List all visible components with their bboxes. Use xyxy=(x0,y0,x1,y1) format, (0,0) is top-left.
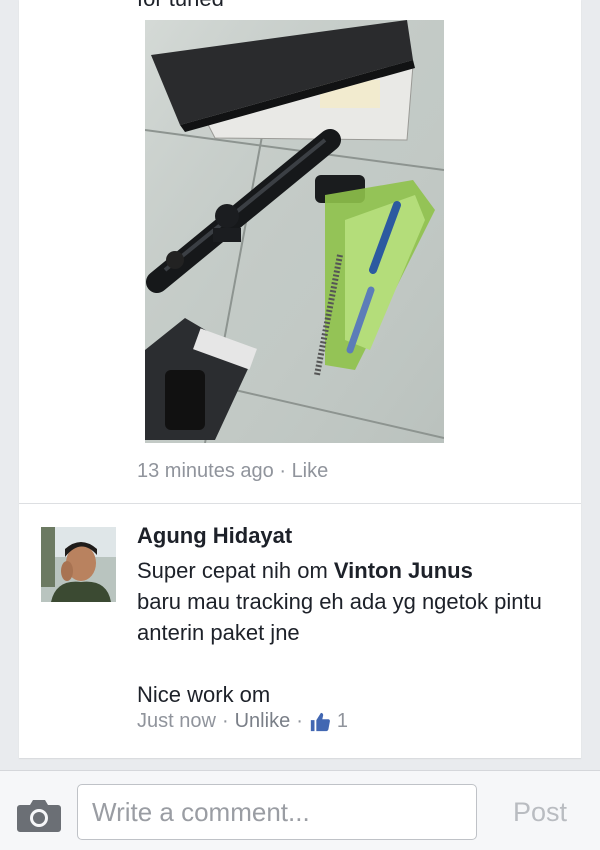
comment-line-1: Super cepat nih om Vinton Junus xyxy=(137,555,557,586)
meta-separator: · xyxy=(279,460,286,482)
avatar[interactable] xyxy=(41,527,116,602)
post-meta: 13 minutes ago · Like xyxy=(137,460,328,483)
like-count: 1 xyxy=(336,710,348,732)
meta-separator: · xyxy=(296,710,303,732)
comment-timestamp: Just now xyxy=(137,710,216,732)
comment-text-part: Super cepat nih om xyxy=(137,558,334,583)
divider xyxy=(19,503,581,504)
post-photo[interactable] xyxy=(145,20,444,443)
meta-separator: · xyxy=(221,710,229,732)
post-card: for tuned xyxy=(19,0,581,758)
comment-input[interactable] xyxy=(77,784,477,840)
post-text: for tuned xyxy=(137,0,224,12)
thumbs-up-icon xyxy=(310,712,330,731)
post-button[interactable]: Post xyxy=(496,792,584,832)
comment-text-second-paragraph: Nice work om xyxy=(137,682,271,707)
comment-body: Super cepat nih om Vinton Junus baru mau… xyxy=(137,555,557,710)
mention-link[interactable]: Vinton Junus xyxy=(334,558,473,583)
comment-author[interactable]: Agung Hidayat xyxy=(137,523,292,549)
comment-text-continued: baru mau tracking eh ada yg ngetok pintu… xyxy=(137,589,542,645)
like-link[interactable]: Like xyxy=(292,460,329,482)
camera-icon[interactable] xyxy=(16,797,62,833)
comment-meta: Just now · Unlike · 1 xyxy=(137,710,348,733)
post-timestamp: 13 minutes ago xyxy=(137,460,274,482)
unlike-link[interactable]: Unlike xyxy=(235,710,291,733)
